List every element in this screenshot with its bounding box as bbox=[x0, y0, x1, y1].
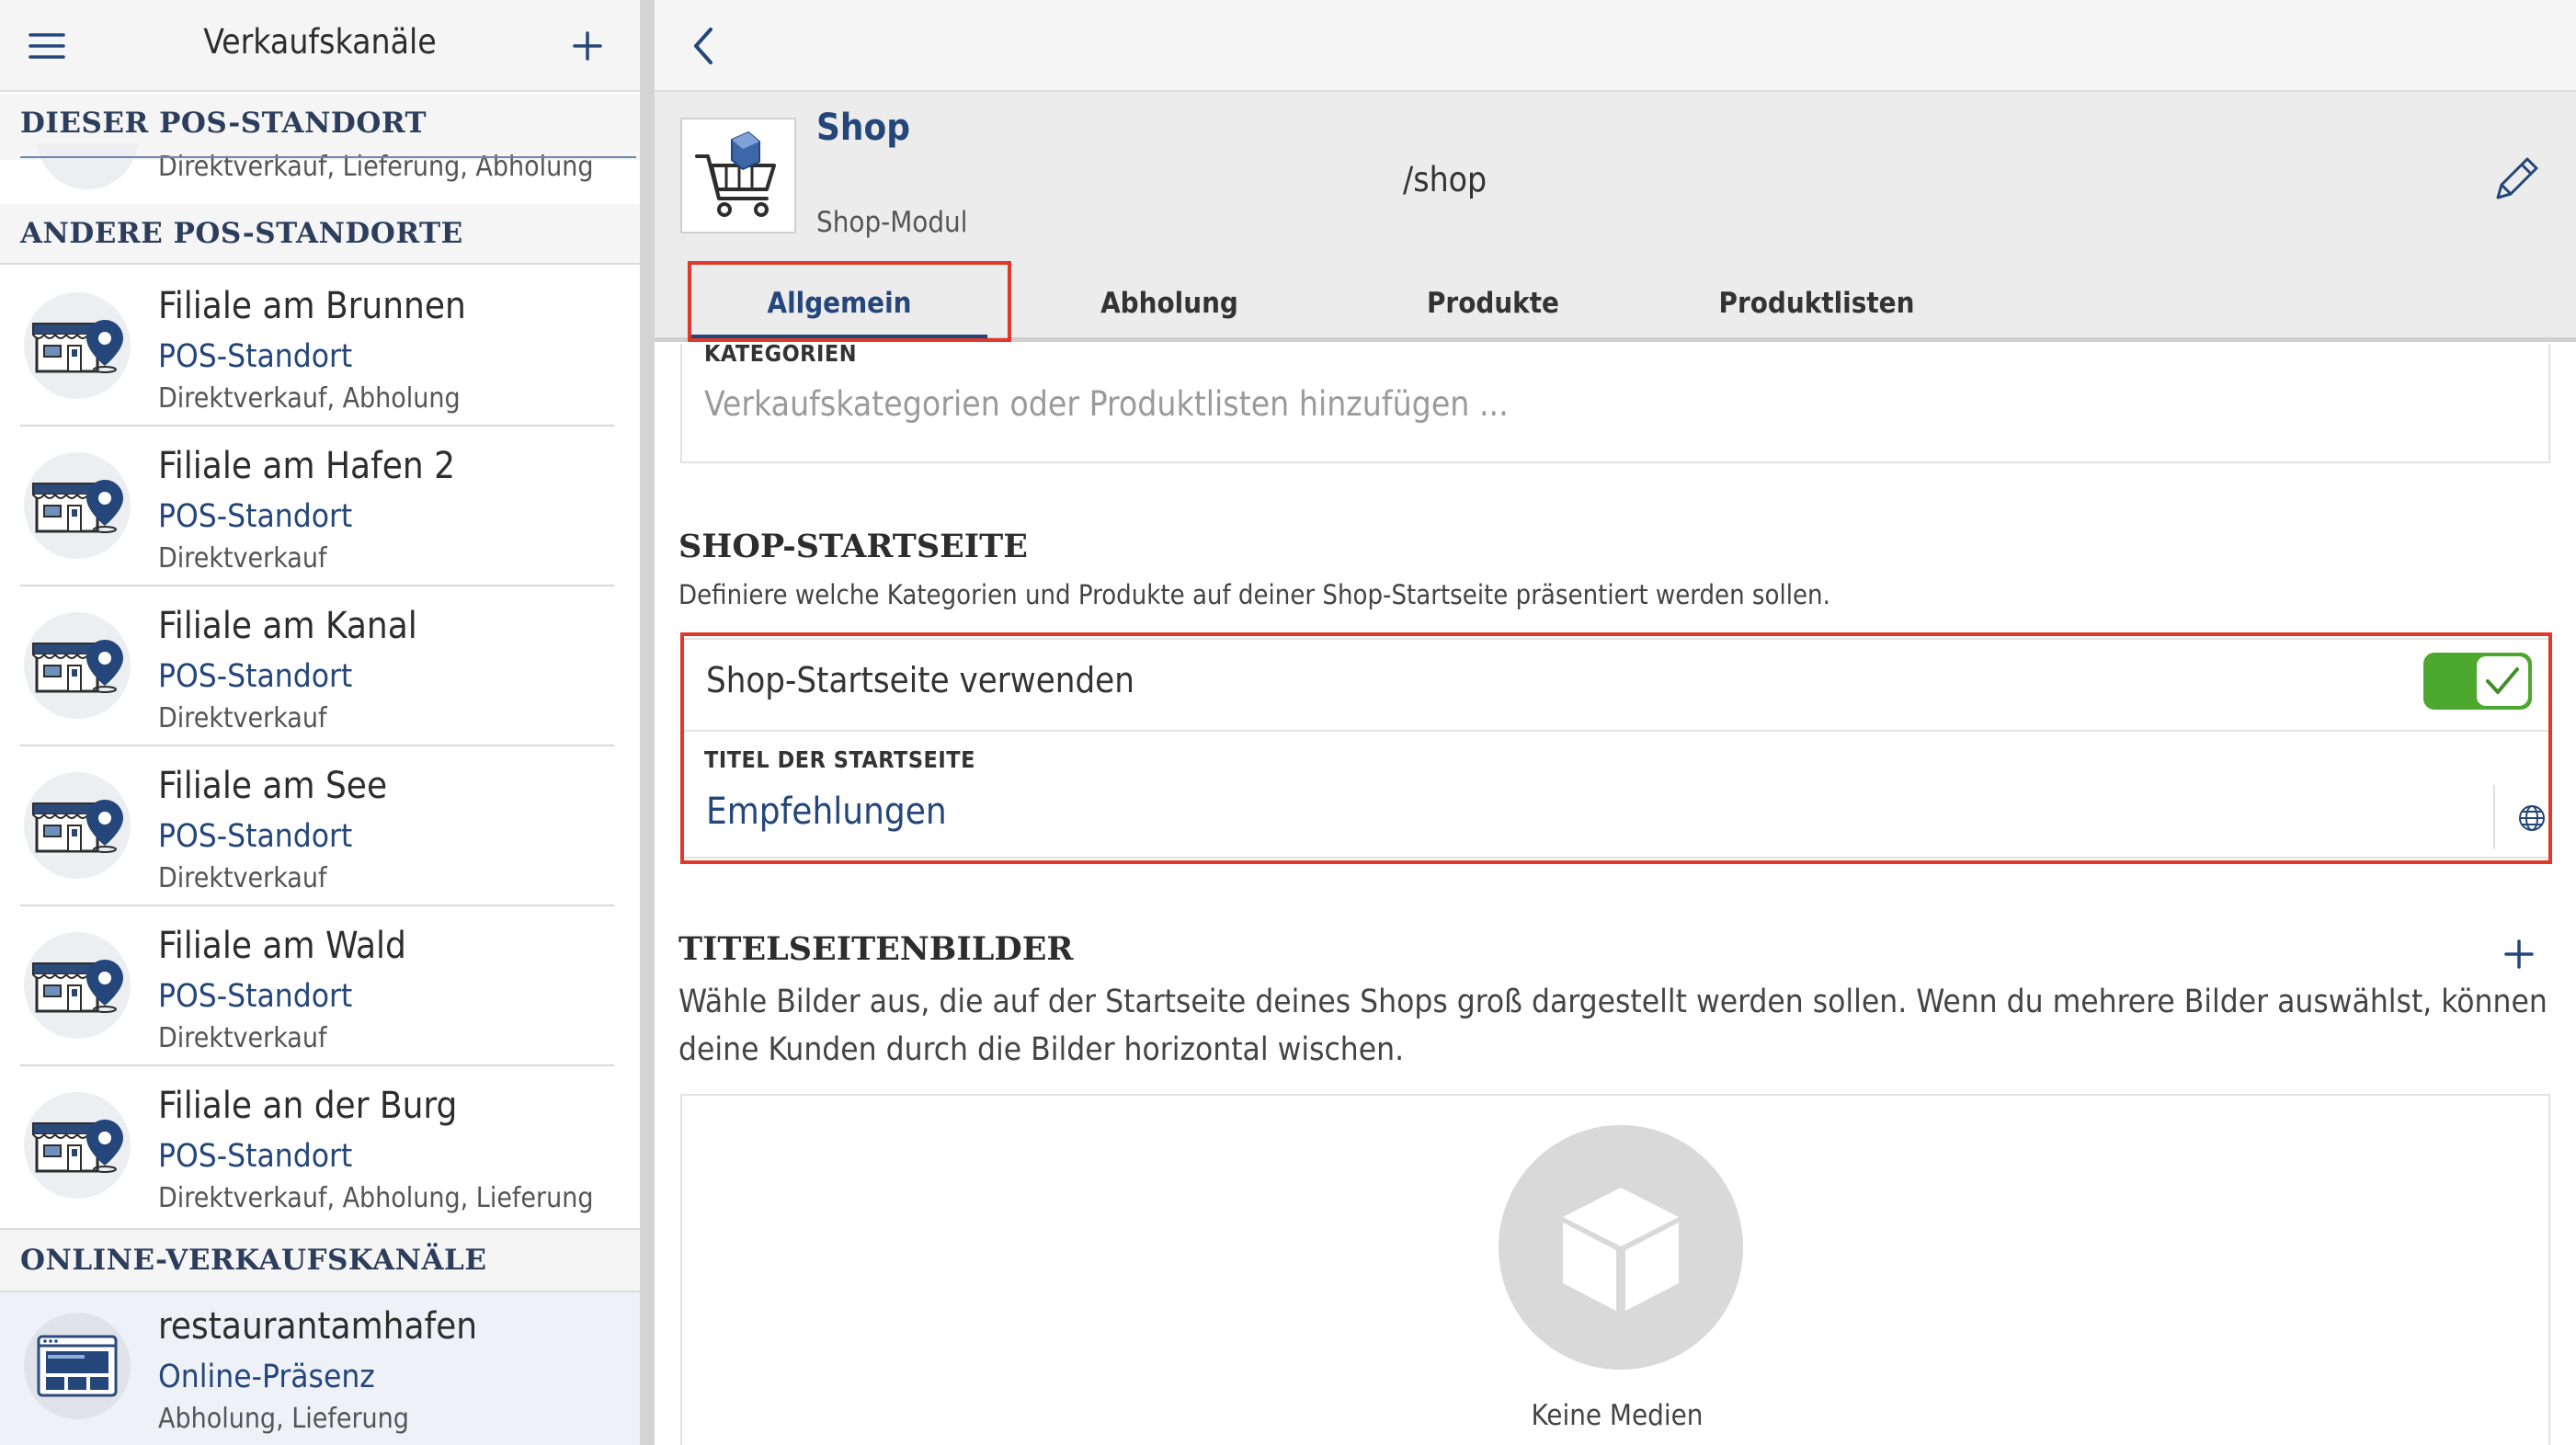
shopping-cart-icon bbox=[695, 131, 776, 217]
location-item[interactable]: Filiale am Wald POS-Standort Direktverka… bbox=[0, 906, 640, 1066]
add-image-button[interactable] bbox=[2491, 928, 2547, 980]
add-channel-button[interactable] bbox=[561, 20, 614, 72]
module-subtitle: Shop-Modul bbox=[816, 206, 968, 239]
module-title: Shop bbox=[816, 107, 911, 149]
store-location-icon bbox=[32, 960, 123, 1013]
categories-label: KATEGORIEN bbox=[704, 340, 858, 367]
location-icon-circle bbox=[24, 452, 131, 559]
this-pos-partial-item[interactable]: Direktverkauf, Lieferung, Abholung bbox=[0, 143, 640, 204]
shop-detail-pane: Shop Shop-Modul /shop Allgemein Abholung… bbox=[655, 0, 2576, 1445]
media-placeholder-card[interactable]: Keine Medien bbox=[680, 1094, 2550, 1445]
title-images-title: TITELSEITENBILDER bbox=[678, 930, 1074, 968]
tab-highlight bbox=[688, 261, 1011, 342]
left-header: Verkaufskanäle bbox=[0, 0, 640, 92]
location-icon-circle bbox=[24, 772, 131, 879]
divider bbox=[20, 156, 636, 158]
location-icon-circle bbox=[24, 612, 131, 719]
store-location-icon bbox=[32, 1120, 123, 1173]
plus-icon bbox=[573, 31, 602, 61]
title-images-description-2: deine Kunden durch die Bilder horizontal… bbox=[678, 1031, 1405, 1068]
edit-button[interactable] bbox=[2484, 147, 2548, 211]
store-icon bbox=[37, 143, 138, 189]
location-modes: Direktverkauf, Abholung, Lieferung bbox=[158, 1182, 594, 1214]
store-location-icon bbox=[32, 640, 123, 693]
store-location-icon bbox=[32, 320, 123, 373]
location-type: POS-Standort bbox=[158, 498, 353, 535]
location-name: Filiale am See bbox=[158, 765, 388, 807]
browser-window-icon bbox=[37, 1335, 118, 1397]
categories-placeholder: Verkaufskategorien oder Produktlisten hi… bbox=[704, 384, 1509, 424]
location-name: Filiale am Kanal bbox=[158, 605, 417, 647]
shop-start-highlight bbox=[680, 632, 2552, 864]
location-modes: Direktverkauf bbox=[158, 1022, 327, 1054]
location-item[interactable]: Filiale am See POS-Standort Direktverkau… bbox=[0, 746, 640, 906]
left-header-title: Verkaufskanäle bbox=[203, 22, 437, 62]
online-icon-circle bbox=[24, 1313, 131, 1419]
location-modes: Direktverkauf bbox=[158, 862, 327, 894]
cube-icon bbox=[1563, 1188, 1679, 1311]
module-header: Shop Shop-Modul /shop bbox=[655, 92, 2576, 265]
location-modes: Direktverkauf, Abholung bbox=[158, 382, 461, 415]
online-channel-modes: Abholung, Lieferung bbox=[158, 1403, 409, 1435]
location-icon-circle bbox=[24, 932, 131, 1039]
store-location-icon bbox=[32, 480, 123, 533]
shop-start-description: Definiere welche Kategorien und Produkte… bbox=[678, 579, 1830, 610]
pencil-icon bbox=[2496, 157, 2538, 199]
location-type: POS-Standort bbox=[158, 818, 353, 855]
location-name: Filiale an der Burg bbox=[158, 1085, 458, 1127]
categories-field[interactable]: KATEGORIEN Verkaufskategorien oder Produ… bbox=[680, 340, 2550, 463]
sales-channels-pane: Verkaufskanäle DIESER POS-STANDORT Direk… bbox=[0, 0, 640, 1445]
right-header bbox=[655, 0, 2576, 92]
online-channel-type: Online-Präsenz bbox=[158, 1359, 375, 1395]
location-modes: Direktverkauf bbox=[158, 702, 327, 734]
section-other-pos: ANDERE POS-STANDORTE bbox=[0, 204, 640, 265]
location-type: POS-Standort bbox=[158, 1138, 353, 1175]
online-channel-name: restaurantamhafen bbox=[158, 1305, 478, 1348]
no-media-label: Keine Medien bbox=[1531, 1399, 1704, 1432]
location-name: Filiale am Hafen 2 bbox=[158, 445, 456, 487]
online-channel-item[interactable]: restaurantamhafen Online-Präsenz Abholun… bbox=[0, 1292, 640, 1445]
plus-icon bbox=[2504, 939, 2534, 969]
tab-produktlisten[interactable]: Produktlisten bbox=[1670, 265, 1964, 342]
chevron-left-icon bbox=[694, 28, 712, 64]
location-item[interactable]: Filiale am Hafen 2 POS-Standort Direktve… bbox=[0, 427, 640, 586]
location-type: POS-Standort bbox=[158, 658, 353, 695]
location-item[interactable]: Filiale am Brunnen POS-Standort Direktve… bbox=[0, 267, 640, 427]
location-icon-circle bbox=[24, 292, 131, 399]
shop-start-title: SHOP-STARTSEITE bbox=[678, 528, 1028, 565]
pane-divider[interactable] bbox=[640, 0, 655, 1445]
location-type: POS-Standort bbox=[158, 978, 353, 1015]
section-online: ONLINE-VERKAUFSKANÄLE bbox=[0, 1228, 640, 1292]
location-name: Filiale am Wald bbox=[158, 925, 406, 967]
tab-abholung[interactable]: Abholung bbox=[1022, 265, 1316, 342]
location-item[interactable]: Filiale an der Burg POS-Standort Direktv… bbox=[0, 1066, 640, 1226]
title-images-description-1: Wähle Bilder aus, die auf der Startseite… bbox=[678, 984, 2548, 1020]
store-location-icon bbox=[32, 800, 123, 853]
location-modes: Direktverkauf bbox=[158, 542, 327, 575]
location-item[interactable]: Filiale am Kanal POS-Standort Direktverk… bbox=[0, 586, 640, 746]
module-path: /shop bbox=[1403, 160, 1487, 199]
media-placeholder-circle bbox=[1499, 1125, 1743, 1370]
shop-module-icon bbox=[680, 118, 796, 233]
location-icon-circle bbox=[24, 1092, 131, 1199]
location-type: POS-Standort bbox=[158, 338, 353, 375]
location-name: Filiale am Brunnen bbox=[158, 285, 466, 327]
tab-produkte[interactable]: Produkte bbox=[1346, 265, 1640, 342]
back-button[interactable] bbox=[680, 18, 726, 74]
